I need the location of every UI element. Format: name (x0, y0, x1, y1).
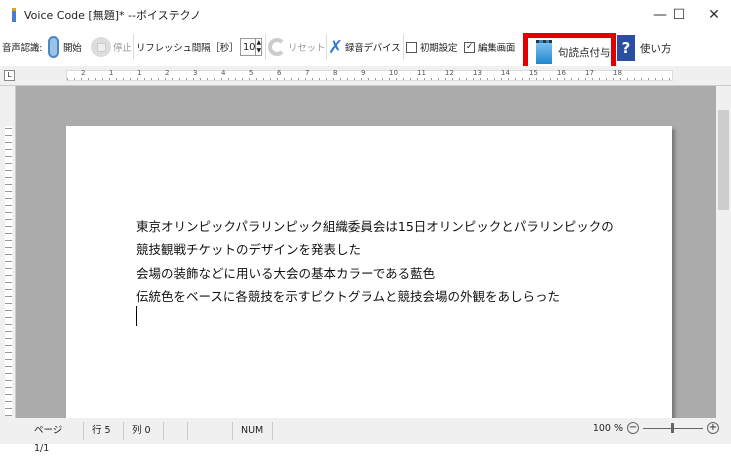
ruler-label: 12 (445, 69, 454, 77)
ruler-label: 4 (221, 69, 226, 77)
ruler-label: 11 (417, 69, 426, 77)
ruler-label: 9 (361, 69, 366, 77)
maximize-button[interactable]: ☐ (661, 0, 697, 30)
text-line[interactable]: 会場の装飾などに用いる大会の基本カラーである藍色 (136, 263, 435, 282)
edit-screen-checkbox[interactable]: ✓ 編集画面 (464, 30, 515, 64)
status-empty (188, 422, 233, 440)
ruler-label: 6 (277, 69, 282, 77)
ruler-label: 15 (529, 69, 538, 77)
vertical-scrollbar[interactable] (716, 86, 731, 418)
zoom-level: 100 % (592, 422, 623, 434)
title-bar: Voice Code [無題]* --ボイステクノ — ☐ ✕ (0, 0, 731, 30)
ruler-label: 18 (613, 69, 622, 77)
status-bar: ページ 1/1 行 5 列 0 NUM 100 % − + (0, 418, 731, 454)
reset-button[interactable]: リセット (268, 30, 325, 64)
refresh-interval-stepper[interactable]: 10 ▲ ▼ (240, 38, 262, 56)
text-line[interactable]: 伝統色をベースに各競技を示すピクトグラムと競技会場の外観をあしらった (136, 286, 560, 305)
ruler-label: 1 (109, 69, 114, 77)
text-caret (136, 306, 137, 326)
vertical-ruler-strip (5, 126, 12, 416)
punctuation-label: 句読点付与 (558, 46, 611, 59)
status-row: 行 5 (84, 422, 124, 440)
refresh-value[interactable]: 10 (241, 42, 256, 53)
stop-button[interactable]: 停止 (91, 30, 132, 64)
zoom-slider[interactable] (643, 422, 703, 433)
stop-label: 停止 (113, 43, 132, 54)
separator (403, 34, 404, 60)
separator (265, 34, 266, 60)
help-icon: ? (617, 35, 635, 61)
app-icon (12, 8, 16, 22)
ruler-label: 8 (333, 69, 338, 77)
text-line[interactable]: 競技観戦チケットのデザインを発表した (136, 239, 361, 258)
separator (133, 34, 134, 60)
status-num: NUM (233, 422, 273, 440)
ruler-label: 7 (305, 69, 310, 77)
device-label: 録音デバイス (344, 43, 401, 54)
checkbox-icon[interactable] (406, 41, 417, 53)
device-button[interactable]: ✗ 録音デバイス (328, 30, 401, 64)
document-canvas: 東京オリンピックパラリンピック組織委員会は15日オリンピックとパラリンピックの … (16, 86, 716, 418)
toolbar: 音声認識: 開始 停止 リフレッシュ間隔［秒］ 10 ▲ ▼ リセット ✗ 録音デバイ… (0, 30, 520, 64)
ruler-label: 2 (165, 69, 170, 77)
tab-stop-selector[interactable]: L (4, 70, 15, 81)
tools-icon: ✗ (328, 36, 343, 58)
ruler-label: 1 (137, 69, 142, 77)
status-page: ページ 1/1 (20, 422, 84, 454)
ruler-label: 2 (81, 69, 86, 77)
ruler-label: 3 (193, 69, 198, 77)
init-settings-checkbox[interactable]: 初期設定 (406, 30, 457, 64)
ruler-label: 13 (473, 69, 482, 77)
ruler-label: 14 (501, 69, 510, 77)
zoom-out-button[interactable]: − (627, 422, 639, 434)
text-line[interactable]: 東京オリンピックパラリンピック組織委員会は15日オリンピックとパラリンピックの (136, 216, 614, 235)
document-page[interactable]: 東京オリンピックパラリンピック組織委員会は15日オリンピックとパラリンピックの … (66, 126, 672, 418)
edit-screen-label: 編集画面 (478, 43, 516, 54)
notepad-icon (536, 40, 552, 64)
reset-label: リセット (288, 43, 326, 54)
stop-icon (91, 37, 111, 57)
ruler-strip[interactable]: 2 1 1 2 3 4 5 6 7 8 9 10 11 12 13 14 15 16 17 18 (66, 69, 673, 81)
help-label: 使い方 (640, 42, 672, 55)
spin-arrows-icon[interactable]: ▲ ▼ (255, 39, 261, 55)
ruler-label: 16 (557, 69, 566, 77)
window-title: Voice Code [無題]* --ボイステクノ (24, 9, 201, 22)
ruler-label: 17 (585, 69, 594, 77)
microphone-icon (48, 36, 59, 58)
start-button[interactable]: 開始 (48, 30, 82, 64)
scrollbar-thumb[interactable] (718, 110, 729, 210)
refresh-label: リフレッシュ間隔［秒］ (136, 43, 239, 54)
start-label: 開始 (63, 43, 82, 54)
speech-label: 音声認識: (2, 43, 43, 54)
close-button[interactable]: ✕ (696, 0, 731, 30)
ruler-label: 10 (389, 69, 398, 77)
status-col: 列 0 (124, 422, 164, 440)
checkbox-checked-icon[interactable]: ✓ (464, 41, 475, 53)
help-button[interactable]: ? 使い方 (617, 35, 672, 61)
reset-icon (268, 38, 286, 56)
separator (326, 34, 327, 60)
ruler-label: 5 (249, 69, 254, 77)
init-settings-label: 初期設定 (420, 43, 458, 54)
status-empty (164, 422, 188, 440)
zoom-in-button[interactable]: + (707, 422, 719, 434)
horizontal-ruler: L 2 1 1 2 3 4 5 6 7 8 9 10 11 12 13 14 15 16 17 18 (0, 66, 731, 86)
zoom-control: 100 % − + (593, 422, 723, 434)
vertical-ruler (0, 86, 16, 418)
